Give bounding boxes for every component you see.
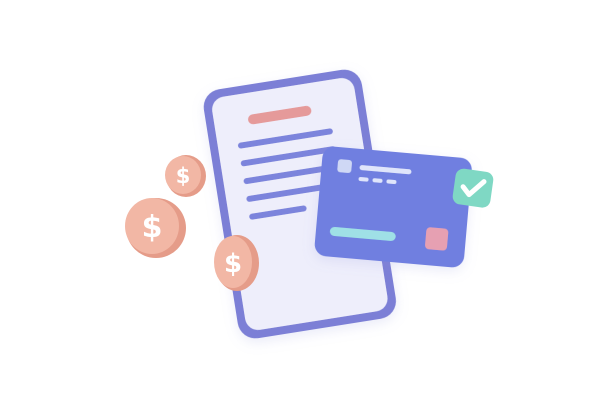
payment-illustration: $ $ $ [125, 69, 494, 339]
dollar-icon: $ [176, 164, 191, 188]
card-body [314, 146, 472, 268]
coin-large: $ [125, 198, 186, 258]
card-corner-square [425, 227, 449, 251]
verified-badge [452, 168, 494, 208]
coin-small: $ [165, 155, 206, 197]
dollar-icon: $ [142, 210, 163, 245]
credit-card [314, 146, 472, 268]
dollar-icon: $ [224, 249, 242, 279]
card-chip [337, 159, 352, 173]
illustration-stage: $ $ $ [0, 0, 600, 400]
coin-medium: $ [214, 235, 259, 291]
